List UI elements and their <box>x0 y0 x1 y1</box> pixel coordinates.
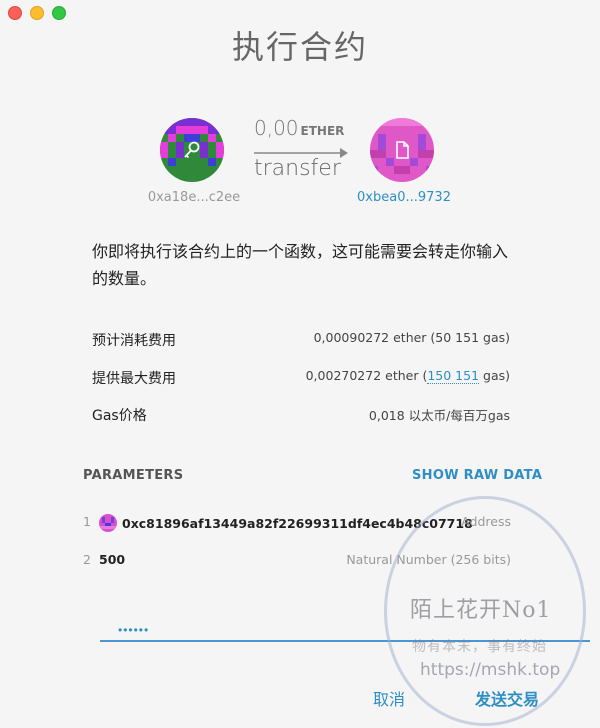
transfer-label: transfer <box>254 156 341 181</box>
from-address: 0xa18e...c2ee <box>147 190 241 205</box>
transfer-amount: 0,00 ETHER <box>254 116 354 140</box>
minimize-window-button[interactable] <box>30 6 44 20</box>
close-window-button[interactable] <box>8 6 22 20</box>
max-fee-prefix: 0,00270272 ether ( <box>305 368 428 383</box>
gas-price-value: 0,018 以太币/每百万gas <box>368 408 510 423</box>
amount-unit: ETHER <box>300 124 345 138</box>
show-raw-data-button[interactable]: SHOW RAW DATA <box>412 468 542 483</box>
send-transaction-button[interactable]: 发送交易 <box>475 686 539 710</box>
address-identicon <box>99 514 117 532</box>
gas-price-row: Gas价格 0,018 以太币/每百万gas <box>92 405 510 427</box>
password-input[interactable] <box>100 620 590 642</box>
window-controls <box>8 6 66 20</box>
parameter-value: 500 <box>99 552 126 567</box>
watermark-url: https://mshk.top <box>420 660 561 680</box>
parameter-type: Natural Number (256 bits) <box>346 552 511 567</box>
estimated-fee-value: 0,00090272 ether (50 151 gas) <box>313 330 510 345</box>
to-identicon[interactable] <box>370 118 434 182</box>
parameter-type: Address <box>461 514 511 529</box>
parameter-row: 1 0xc81896af13449a82f22699311df4ec4b48c0… <box>83 510 511 534</box>
to-address-link[interactable]: 0xbea0...9732 <box>344 190 464 205</box>
parameters-heading: PARAMETERS <box>83 468 184 483</box>
from-identicon <box>160 118 224 182</box>
page-title: 执行合约 <box>231 28 368 66</box>
max-fee-label: 提供最大费用 <box>92 371 176 387</box>
document-icon <box>396 141 409 159</box>
parameter-index: 1 <box>83 514 91 529</box>
estimated-fee-label: 预计消耗费用 <box>92 333 176 349</box>
parameter-address-value: 0xc81896af13449a82f22699311df4ec4b48c077… <box>122 516 473 531</box>
max-fee-row: 提供最大费用 0,00270272 ether (150 151 gas) <box>92 368 510 390</box>
execution-description: 你即将执行该合约上的一个函数，这可能需要会转走你输入的数量。 <box>92 242 509 288</box>
parameter-index: 2 <box>83 552 91 567</box>
parameter-row: 2 500 Natural Number (256 bits) <box>83 548 511 572</box>
parameter-value: 0xc81896af13449a82f22699311df4ec4b48c077… <box>99 514 473 532</box>
gas-price-label: Gas价格 <box>92 408 147 424</box>
transaction-window: 执行合约 0xa18e...c2ee 0,00 ETHER transfer 0… <box>0 0 600 728</box>
max-gas-editable[interactable]: 150 151 <box>427 368 480 384</box>
estimated-fee-row: 预计消耗费用 0,00090272 ether (50 151 gas) <box>92 330 510 352</box>
key-icon <box>184 141 200 159</box>
cancel-button[interactable]: 取消 <box>373 686 405 710</box>
max-fee-value: 0,00270272 ether (150 151 gas) <box>305 368 510 384</box>
amount-value: 0,00 <box>254 116 299 140</box>
max-fee-suffix: gas) <box>479 368 510 383</box>
zoom-window-button[interactable] <box>52 6 66 20</box>
